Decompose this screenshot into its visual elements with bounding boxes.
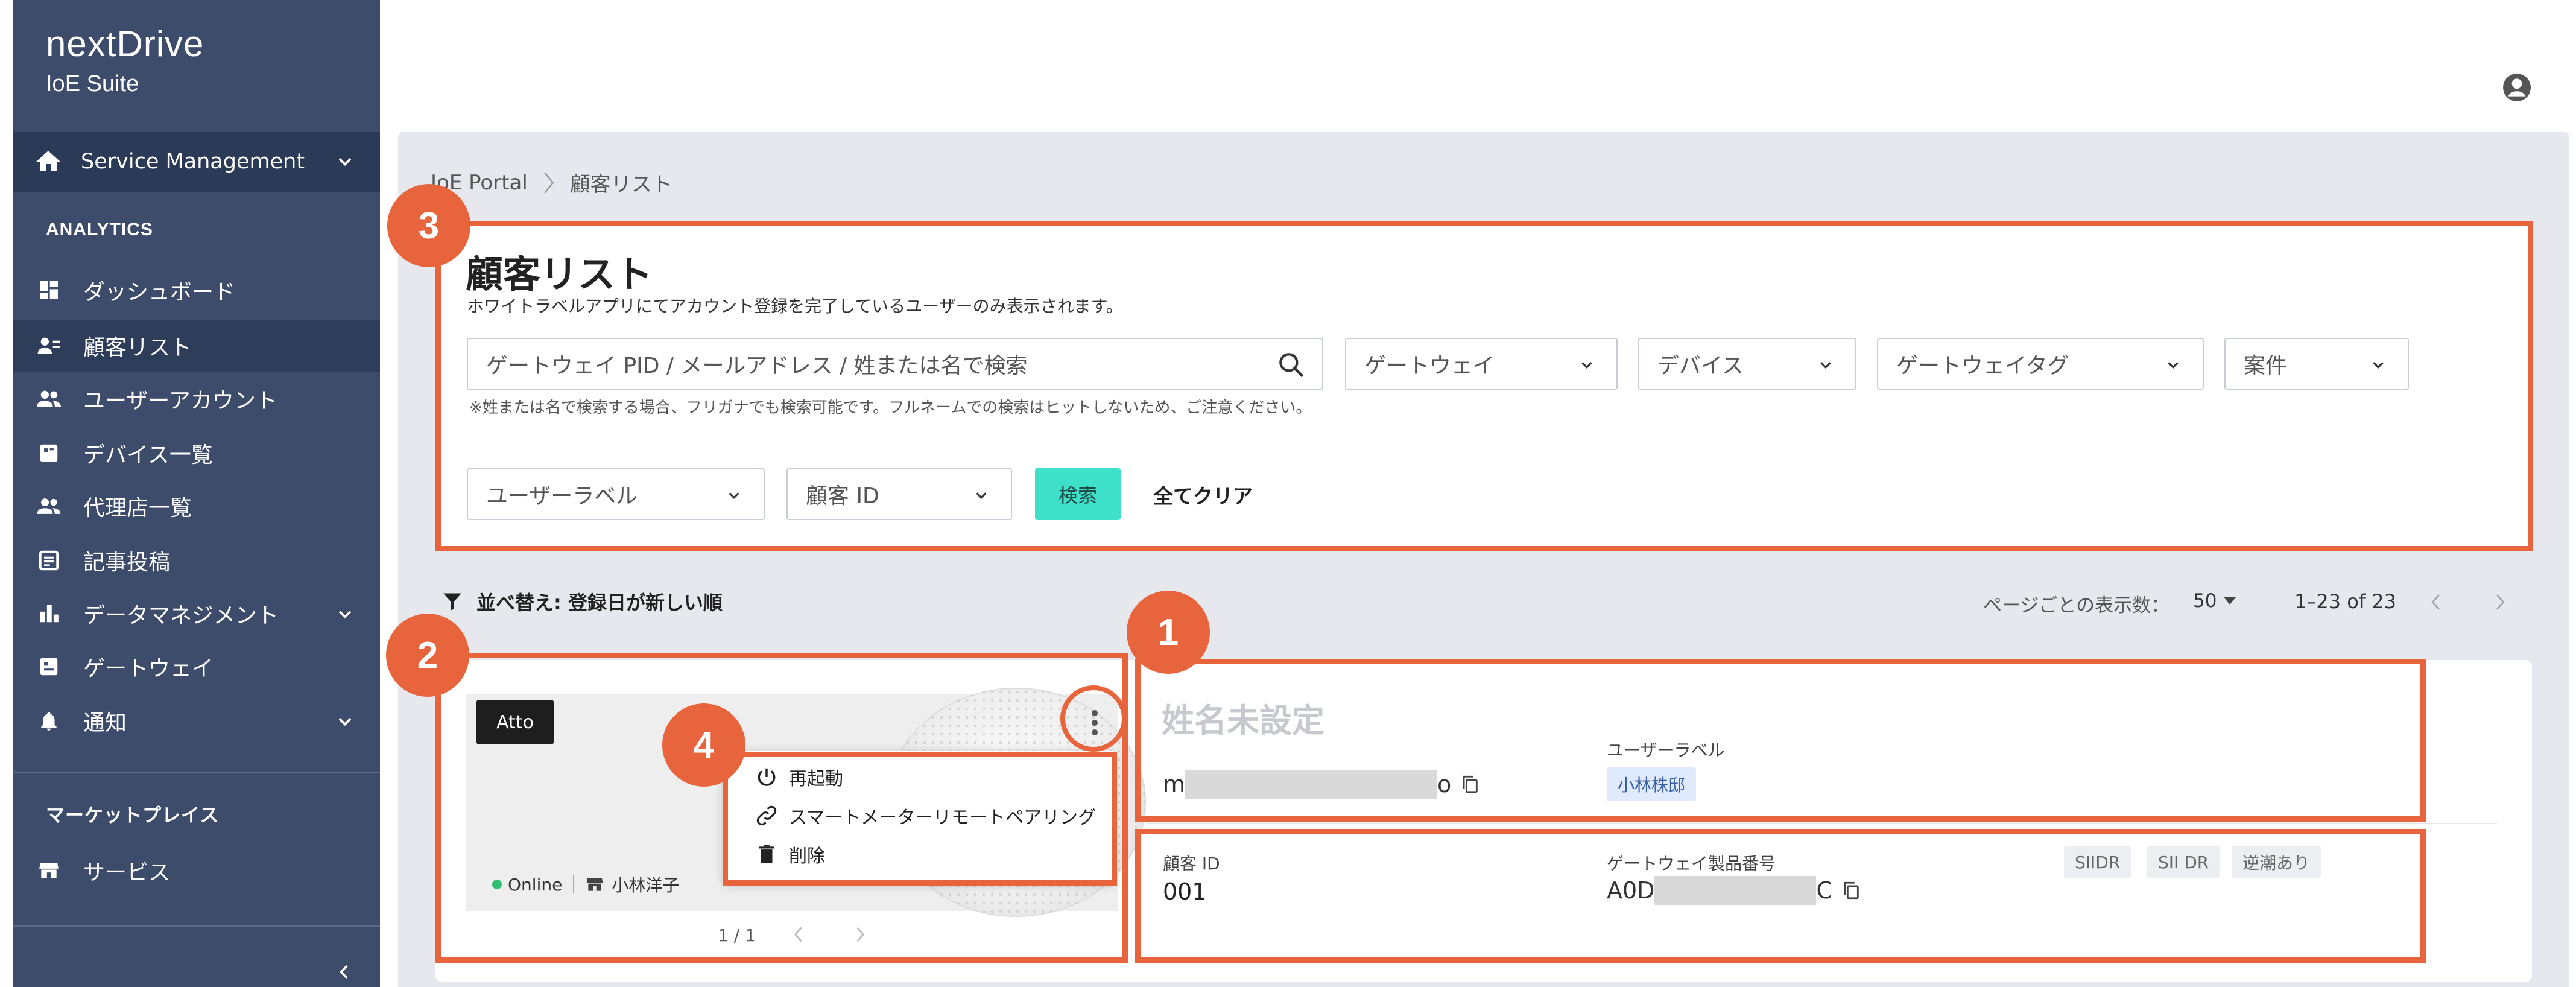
next-page-icon[interactable]	[2492, 591, 2509, 613]
sidebar-item-label: ゲートウェイ	[83, 656, 214, 681]
service-management-menu[interactable]: Service Management	[13, 132, 380, 192]
sort-control[interactable]: 並べ替え: 登録日が新しい順	[441, 588, 723, 615]
sidebar-divider	[13, 925, 380, 927]
users-icon	[35, 385, 63, 413]
sidebar-item-label: デバイス一覧	[83, 443, 213, 468]
sidebar-item-services[interactable]: サービス	[13, 845, 380, 897]
sidebar-item-devices[interactable]: デバイス一覧	[13, 427, 380, 479]
filter-icon	[443, 593, 461, 611]
sidebar-item-agencies[interactable]: 代理店一覧	[13, 480, 380, 532]
logo-subtitle: IoE Suite	[46, 71, 139, 97]
dashboard-icon	[35, 276, 63, 304]
annotation-number-4: 4	[662, 703, 745, 787]
prev-page-icon[interactable]	[2427, 591, 2444, 613]
page-range: 1–23 of 23	[2294, 590, 2396, 613]
dropdown-arrow-icon	[2224, 597, 2236, 605]
device-icon	[35, 439, 63, 467]
marketplace-heading: マーケットプレイス	[46, 805, 220, 826]
gateway-icon	[35, 653, 63, 681]
sidebar-item-label: 通知	[83, 711, 127, 735]
home-icon	[36, 151, 60, 171]
annotation-box-4	[723, 752, 1117, 886]
annotation-box-1	[1135, 659, 2426, 822]
card-divider	[1146, 823, 2497, 824]
store-icon	[35, 857, 63, 884]
collapse-sidebar-icon[interactable]	[334, 962, 355, 982]
logo-name: nextDrive	[46, 24, 204, 64]
per-page-value: 50	[2193, 590, 2217, 612]
annotation-number-1: 1	[1127, 591, 1210, 674]
sort-label: 並べ替え: 登録日が新しい順	[476, 591, 723, 614]
analytics-heading: ANALYTICS	[46, 220, 153, 240]
chevron-down-icon	[338, 611, 352, 619]
sidebar-item-label: 記事投稿	[83, 550, 171, 575]
bar-chart-icon	[35, 600, 63, 627]
per-page-label: ページごとの表示数：	[1983, 595, 2170, 617]
annotation-number-3: 3	[387, 184, 470, 267]
sidebar-item-articles[interactable]: 記事投稿	[13, 535, 380, 586]
article-icon	[35, 547, 63, 574]
chevron-down-icon	[338, 158, 352, 167]
sidebar-item-dashboard[interactable]: ダッシュボード	[13, 264, 380, 316]
sidebar-item-customer-list[interactable]: 顧客リスト	[13, 320, 380, 372]
sidebar-item-label: ユーザーアカウント	[83, 389, 277, 413]
sidebar-item-gateway[interactable]: ゲートウェイ	[13, 641, 380, 693]
sidebar-item-notifications[interactable]: 通知	[13, 695, 380, 747]
chevron-down-icon	[338, 718, 352, 726]
sidebar: nextDrive IoE Suite Service Management A…	[13, 0, 380, 987]
sidebar-item-user-accounts[interactable]: ユーザーアカウント	[13, 373, 380, 425]
breadcrumb: IoE Portal 顧客リスト	[431, 168, 672, 197]
breadcrumb-current: 顧客リスト	[569, 173, 672, 197]
group-icon	[35, 492, 63, 520]
sidebar-divider	[13, 772, 380, 773]
sidebar-item-label: ダッシュボード	[83, 280, 236, 305]
sidebar-item-label: 代理店一覧	[83, 496, 192, 521]
customer-list-icon	[35, 332, 63, 360]
annotation-box-1b	[1135, 829, 2426, 963]
account-icon[interactable]	[2502, 72, 2532, 103]
annotation-ring-kebab	[1060, 685, 1127, 752]
annotation-number-2: 2	[386, 614, 469, 697]
annotation-box-3	[435, 221, 2533, 551]
sidebar-item-label: サービス	[83, 860, 171, 885]
service-management-label: Service Management	[81, 150, 305, 174]
per-page-select[interactable]: 50	[2193, 590, 2236, 612]
bell-icon	[35, 707, 63, 735]
sidebar-item-label: データマネジメント	[83, 603, 279, 628]
sidebar-item-data-management[interactable]: データマネジメント	[13, 588, 380, 639]
sidebar-item-label: 顧客リスト	[83, 335, 192, 360]
chevron-right-icon	[544, 172, 554, 193]
